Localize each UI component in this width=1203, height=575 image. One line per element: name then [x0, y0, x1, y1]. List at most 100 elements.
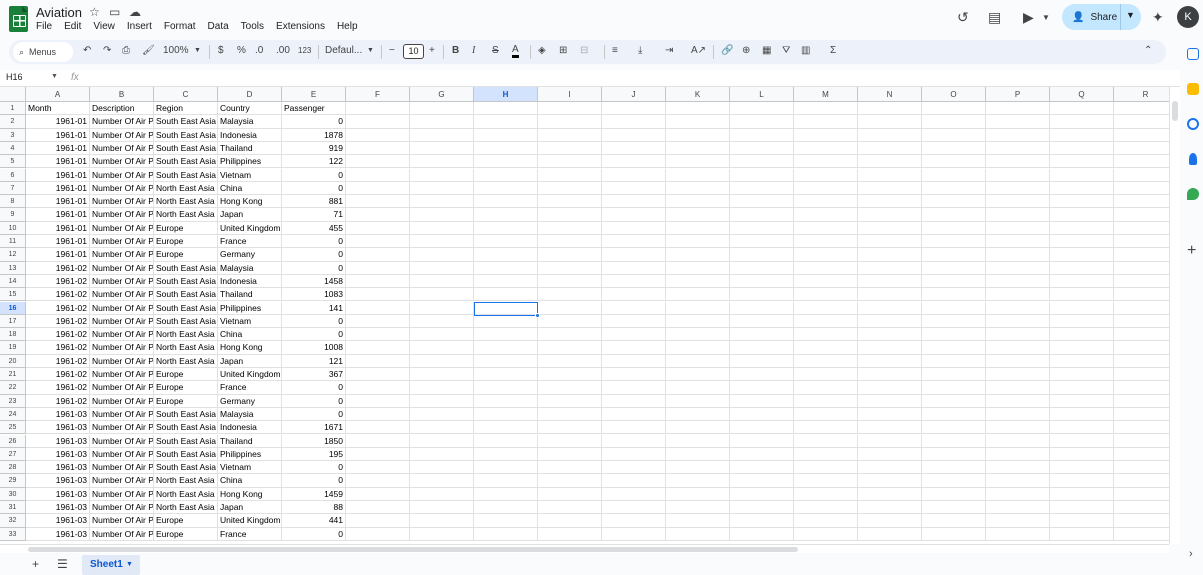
cell-i9[interactable]	[538, 208, 602, 222]
cell-d19[interactable]: Hong Kong	[218, 341, 282, 355]
cell-g12[interactable]	[410, 248, 474, 262]
vertical-scrollbar[interactable]	[1169, 87, 1180, 544]
cell-k32[interactable]	[666, 514, 730, 528]
cell-o4[interactable]	[922, 141, 986, 156]
cell-o9[interactable]	[922, 208, 986, 222]
cell-i22[interactable]	[538, 381, 602, 395]
cell-e24[interactable]: 0	[282, 407, 346, 422]
cell-d18[interactable]: China	[218, 328, 282, 342]
cell-p9[interactable]	[986, 208, 1050, 222]
cell-o2[interactable]	[922, 115, 986, 129]
cell-r4[interactable]	[1114, 142, 1169, 156]
row-header[interactable]: 8	[0, 195, 26, 209]
cell-k4[interactable]	[666, 141, 730, 156]
cell-h32[interactable]	[474, 514, 538, 528]
cell-r7[interactable]	[1114, 182, 1169, 196]
cell-m20[interactable]	[794, 354, 858, 368]
cell-b32[interactable]: Number Of Air P	[90, 514, 154, 528]
cell-m25[interactable]	[794, 421, 858, 435]
cell-c9[interactable]: North East Asia	[154, 208, 218, 222]
cell-g1[interactable]	[410, 102, 474, 116]
cell-e11[interactable]: 0	[282, 235, 346, 249]
cell-c14[interactable]: South East Asia	[154, 274, 218, 289]
cell-f33[interactable]	[346, 527, 410, 541]
cell-b7[interactable]: Number Of Air P	[90, 181, 154, 196]
cell-r3[interactable]	[1114, 129, 1169, 142]
cell-m1[interactable]	[794, 102, 858, 116]
cell-f29[interactable]	[346, 474, 410, 488]
cell-n21[interactable]	[858, 368, 922, 382]
cell-h4[interactable]	[474, 141, 538, 156]
cell-j3[interactable]	[602, 128, 666, 142]
cell-f15[interactable]	[346, 288, 410, 302]
cell-n17[interactable]	[858, 314, 922, 329]
cell-g7[interactable]	[410, 181, 474, 196]
cell-k20[interactable]	[666, 354, 730, 368]
cell-j18[interactable]	[602, 328, 666, 342]
cell-n12[interactable]	[858, 248, 922, 262]
cell-m3[interactable]	[794, 128, 858, 142]
cell-j17[interactable]	[602, 314, 666, 329]
cell-c20[interactable]: North East Asia	[154, 354, 218, 368]
cell-c8[interactable]: North East Asia	[154, 195, 218, 209]
cell-q33[interactable]	[1050, 527, 1114, 541]
cell-b30[interactable]: Number Of Air P	[90, 487, 154, 501]
cell-b15[interactable]: Number Of Air P	[90, 288, 154, 302]
column-header-p[interactable]: P	[986, 87, 1050, 102]
cell-j23[interactable]	[602, 394, 666, 408]
cell-k7[interactable]	[666, 181, 730, 196]
cell-g23[interactable]	[410, 394, 474, 408]
cell-b29[interactable]: Number Of Air P	[90, 474, 154, 488]
row-header[interactable]: 19	[0, 341, 26, 355]
column-header-f[interactable]: F	[346, 87, 410, 102]
cell-k33[interactable]	[666, 527, 730, 541]
share-dropdown-icon[interactable]: ▼	[1126, 10, 1135, 20]
undo-icon[interactable]: ↶	[83, 45, 91, 56]
row-header[interactable]: 17	[0, 314, 26, 329]
cell-l29[interactable]	[730, 474, 794, 488]
cell-d27[interactable]: Philippines	[218, 447, 282, 462]
cell-g27[interactable]	[410, 447, 474, 462]
cell-l18[interactable]	[730, 328, 794, 342]
cell-h8[interactable]	[474, 195, 538, 209]
cell-a32[interactable]: 1961-03	[26, 514, 90, 528]
cell-n24[interactable]	[858, 407, 922, 422]
cell-n20[interactable]	[858, 354, 922, 368]
cell-c32[interactable]: Europe	[154, 514, 218, 528]
cell-l15[interactable]	[730, 288, 794, 302]
cell-d26[interactable]: Thailand	[218, 434, 282, 448]
cell-k21[interactable]	[666, 368, 730, 382]
cell-p23[interactable]	[986, 394, 1050, 408]
document-title[interactable]: Aviation	[36, 5, 82, 20]
column-header-d[interactable]: D	[218, 87, 282, 102]
cloud-status-icon[interactable]: ☁	[129, 5, 141, 19]
column-header-o[interactable]: O	[922, 87, 986, 102]
cell-g22[interactable]	[410, 381, 474, 395]
cell-c31[interactable]: North East Asia	[154, 501, 218, 515]
cell-n31[interactable]	[858, 501, 922, 515]
cell-h25[interactable]	[474, 421, 538, 435]
cell-q27[interactable]	[1050, 447, 1114, 462]
cell-l3[interactable]	[730, 128, 794, 142]
cell-l9[interactable]	[730, 208, 794, 222]
cell-h9[interactable]	[474, 208, 538, 222]
cell-i20[interactable]	[538, 354, 602, 368]
column-header-h[interactable]: H	[474, 87, 538, 102]
cell-d22[interactable]: France	[218, 381, 282, 395]
cell-o17[interactable]	[922, 314, 986, 329]
cell-d7[interactable]: China	[218, 181, 282, 196]
cell-q18[interactable]	[1050, 328, 1114, 342]
cell-r31[interactable]	[1114, 501, 1169, 515]
cell-h23[interactable]	[474, 394, 538, 408]
name-box-caret-icon[interactable]: ▼	[51, 73, 58, 80]
gemini-icon[interactable]: ✦	[1152, 9, 1164, 26]
cell-k16[interactable]	[666, 301, 730, 315]
cell-f32[interactable]	[346, 514, 410, 528]
cell-f17[interactable]	[346, 314, 410, 329]
cell-c24[interactable]: South East Asia	[154, 407, 218, 422]
cell-b13[interactable]: Number Of Air P	[90, 261, 154, 275]
cell-r27[interactable]	[1114, 448, 1169, 462]
cell-i27[interactable]	[538, 447, 602, 462]
cell-l5[interactable]	[730, 155, 794, 169]
cell-a31[interactable]: 1961-03	[26, 501, 90, 515]
